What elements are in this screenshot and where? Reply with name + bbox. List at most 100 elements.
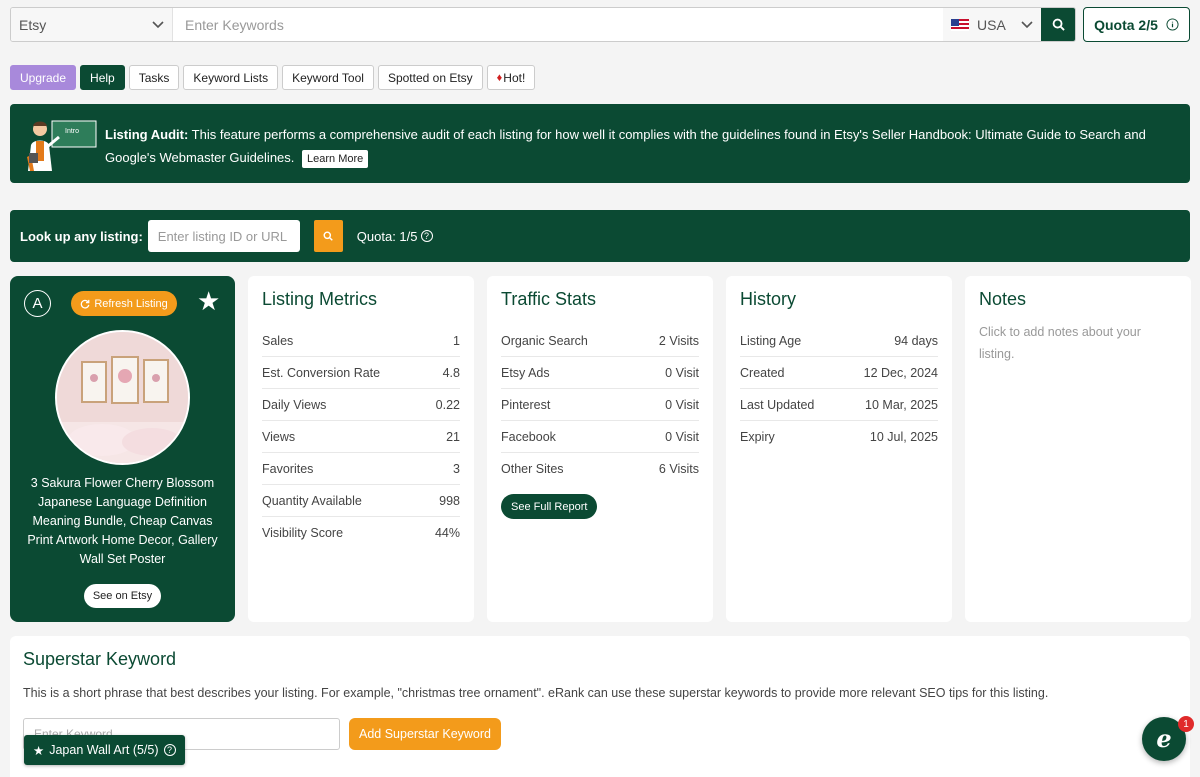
help-circle-icon[interactable]: ?	[163, 744, 176, 756]
metric-value: 4.8	[442, 365, 460, 380]
history-row: Created 12 Dec, 2024	[740, 357, 938, 389]
metric-row: Visibility Score 44%	[262, 517, 460, 549]
metric-row: Sales 1	[262, 325, 460, 357]
traffic-stats-rows: Organic Search 2 Visits Etsy Ads 0 Visit P…	[501, 325, 699, 485]
chat-notification-badge: 1	[1178, 716, 1194, 732]
traffic-label: Other Sites	[501, 462, 564, 476]
metric-label: Favorites	[262, 461, 314, 476]
traffic-stats-panel: Traffic Stats Organic Search 2 Visits Ets…	[487, 276, 713, 622]
superstar-keyword-section: Superstar Keyword This is a short phrase…	[10, 636, 1190, 777]
history-label: Last Updated	[740, 397, 815, 412]
lookup-search-button[interactable]	[313, 220, 343, 252]
learn-more-button[interactable]: Learn More	[302, 150, 369, 168]
listing-metrics-title: Listing Metrics	[262, 289, 378, 309]
metric-value: 1	[453, 333, 460, 348]
listing-audit-intro-banner: Intro Listing Audit: This feature perfor…	[10, 104, 1190, 183]
traffic-value: 6 Visits	[658, 462, 699, 476]
mascot-board-text: Intro	[65, 128, 79, 135]
metric-row: Daily Views 0.22	[262, 389, 460, 421]
lookup-label: Look up any listing:	[20, 228, 143, 244]
metric-row: Est. Conversion Rate 4.8	[262, 357, 460, 389]
keyword-search-input[interactable]	[173, 8, 943, 41]
help-circle-icon[interactable]: ?	[420, 230, 433, 242]
refresh-icon	[81, 299, 90, 309]
superstar-tag-label: Japan Wall Art (5/5)	[49, 743, 159, 757]
keyword-search-group: Etsy USA	[10, 7, 1076, 42]
lookup-quota: Quota: 1/5 ?	[357, 229, 433, 244]
history-row: Last Updated 10 Mar, 2025	[740, 389, 938, 421]
history-label: Expiry	[740, 430, 775, 444]
keyword-tool-button[interactable]: Keyword Tool	[282, 65, 374, 90]
traffic-value: 0 Visit	[665, 365, 699, 380]
metric-label: Daily Views	[262, 397, 327, 412]
quota-button[interactable]: Quota 2/5	[1083, 7, 1190, 42]
listing-id-input[interactable]	[147, 220, 300, 252]
banner-title: Listing Audit:	[105, 127, 189, 142]
history-row: Expiry 10 Jul, 2025	[740, 421, 938, 453]
search-button[interactable]	[1041, 8, 1075, 41]
site-select-value: Etsy	[19, 16, 47, 33]
superstar-keyword-tag[interactable]: ★ Japan Wall Art (5/5) ?	[24, 735, 185, 765]
traffic-value: 0 Visit	[665, 429, 699, 444]
notes-placeholder[interactable]: Click to add notes about your listing.	[979, 321, 1177, 365]
favorite-star-icon[interactable]: ★	[197, 288, 220, 314]
chevron-down-icon	[1021, 20, 1033, 28]
traffic-row: Other Sites 6 Visits	[501, 453, 699, 485]
see-on-etsy-button[interactable]: See on Etsy	[84, 584, 161, 608]
metric-value: 44%	[434, 526, 460, 540]
top-search-bar: Etsy USA Quota 2/5	[0, 0, 1200, 52]
metric-label: Views	[262, 429, 296, 444]
site-select[interactable]: Etsy	[11, 8, 173, 41]
quota-label: Quota 2/5	[1094, 16, 1158, 33]
superstar-description: This is a short phrase that best describ…	[23, 686, 1049, 700]
keyword-lists-button[interactable]: Keyword Lists	[183, 65, 279, 90]
traffic-label: Organic Search	[501, 333, 588, 348]
tasks-button[interactable]: Tasks	[128, 65, 180, 90]
erank-chat-icon: ℯ	[1156, 725, 1172, 753]
see-full-report-button[interactable]: See Full Report	[501, 494, 598, 519]
metric-label: Sales	[262, 333, 294, 348]
traffic-label: Etsy Ads	[501, 365, 550, 380]
traffic-label: Pinterest	[501, 397, 551, 412]
search-icon	[323, 231, 334, 241]
history-rows: Listing Age 94 days Created 12 Dec, 2024 L…	[740, 325, 938, 453]
listing-metrics-rows: Sales 1 Est. Conversion Rate 4.8 Daily Vie…	[262, 325, 460, 549]
history-label: Created	[740, 365, 785, 380]
history-row: Listing Age 94 days	[740, 325, 938, 357]
history-value: 94 days	[894, 333, 938, 348]
info-icon	[1166, 18, 1179, 31]
refresh-listing-label: Refresh Listing	[94, 297, 168, 310]
superstar-title: Superstar Keyword	[23, 649, 177, 669]
history-title: History	[740, 289, 797, 309]
hot-button[interactable]: ♦ Hot!	[486, 65, 536, 90]
spotted-on-etsy-button[interactable]: Spotted on Etsy	[377, 65, 483, 90]
traffic-row: Etsy Ads 0 Visit	[501, 357, 699, 389]
metric-value: 0.22	[435, 397, 460, 412]
flame-icon: ♦	[496, 71, 503, 84]
metric-label: Quantity Available	[262, 493, 362, 508]
listing-lookup-bar: Look up any listing: Quota: 1/5 ?	[10, 210, 1190, 262]
metric-row: Quantity Available 998	[262, 485, 460, 517]
listing-title: 3 Sakura Flower Cherry Blossom Japanese …	[27, 476, 218, 566]
traffic-value: 0 Visit	[665, 397, 699, 412]
metric-row: Favorites 3	[262, 453, 460, 485]
history-value: 10 Jul, 2025	[869, 430, 938, 444]
notes-panel[interactable]: Notes Click to add notes about your list…	[965, 276, 1191, 622]
listing-card: A Refresh Listing ★ 3 Sakura Flower Cher…	[10, 276, 235, 622]
country-select[interactable]: USA	[943, 8, 1041, 41]
banner-description: This feature performs a comprehensive au…	[105, 127, 1146, 165]
traffic-row: Facebook 0 Visit	[501, 421, 699, 453]
add-superstar-keyword-button[interactable]: Add Superstar Keyword	[349, 718, 501, 750]
metric-label: Est. Conversion Rate	[262, 365, 381, 380]
us-flag-icon	[951, 18, 969, 31]
refresh-listing-button[interactable]: Refresh Listing	[71, 291, 177, 316]
help-button[interactable]: Help	[80, 65, 125, 90]
upgrade-button[interactable]: Upgrade	[10, 65, 77, 90]
metric-value: 998	[439, 493, 460, 508]
search-icon	[1052, 18, 1065, 31]
notes-title: Notes	[979, 289, 1027, 309]
country-select-value: USA	[977, 16, 1006, 33]
traffic-label: Facebook	[501, 429, 556, 444]
history-label: Listing Age	[740, 333, 802, 348]
metric-label: Visibility Score	[262, 526, 344, 540]
